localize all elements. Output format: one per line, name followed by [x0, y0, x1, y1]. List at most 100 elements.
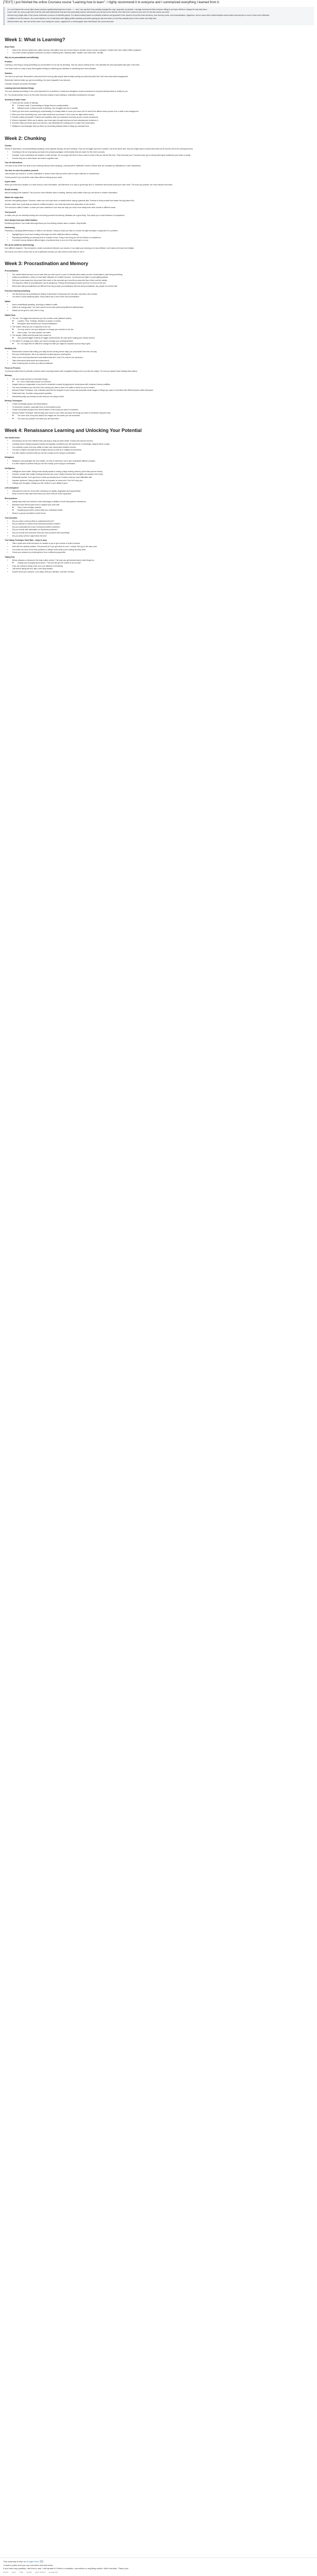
list-item-text: Your brain creates synapses whenever you… [12, 52, 104, 54]
sub-list: Focused mode: Concentrating on things th… [12, 105, 312, 110]
bullet-list: The medial habenula area of your brain t… [5, 274, 312, 288]
footer-action-crosspost[interactable]: crosspost [49, 2571, 58, 2573]
section-label: Chunks: [5, 144, 12, 147]
list-item-text: Deliberate practice: Don't get stuck in … [12, 476, 92, 478]
paragraph: To test yourself, try to recall the main… [5, 176, 63, 178]
paragraph: The concept is called Transfer: a chunk … [5, 206, 116, 209]
list-item: Researchers showed that writing your dai… [12, 351, 312, 353]
list-item: The reward: Habits exist because they re… [12, 334, 312, 340]
list-item: Deliberate practice: Don't get stuck in … [12, 476, 312, 479]
footer-line-1: This summary is also on Google Docs [3, 2560, 314, 2563]
list-item-text: However, people with smaller working mem… [12, 473, 104, 476]
footer-action-hide[interactable]: hide [19, 2571, 23, 2573]
list-item: Your brain can work on the hard problems… [12, 549, 312, 551]
list-item-text: Neuro-scientifically speaking, chunking … [12, 303, 58, 306]
bullet-list: Create meaningful groups and abbreviatio… [5, 403, 312, 420]
sub-list-item: Test in more multiple contexts. [17, 506, 312, 509]
footer-action-share[interactable]: share [3, 2571, 8, 2573]
sub-list: Test in more multiple contexts.Explainin… [12, 506, 312, 512]
paragraph: You should realize that it's perfectly n… [5, 370, 138, 372]
list-item: The more sensations you can link to the … [12, 387, 312, 389]
list-item: Take a quick look at the test when it's … [12, 542, 312, 545]
list-item: Memory Palace Technique: walk through yo… [12, 412, 312, 420]
paragraph: Practicing or studying different topics … [5, 230, 118, 232]
list-item-text: Metaphors and analogies help you learn b… [12, 125, 90, 127]
paragraph: and then start getting deeper. However, … [5, 199, 135, 202]
list-item-text: It is often helpful to pretend that you … [12, 452, 76, 454]
post-footer: This summary is also on Google Docs I ma… [0, 2557, 317, 2576]
section-label: Don't always trust your initial intuitio… [5, 219, 38, 221]
list-item: The first time you do something the feel… [12, 293, 312, 296]
list-item: Highlighting too much and creating mind … [12, 233, 312, 236]
list-item: It is better to jump between different t… [12, 239, 312, 242]
paragraph: You want to use all the four slots of yo… [5, 165, 142, 167]
section-label: Best practices: [5, 497, 18, 500]
footer-prefix: This summary is also on [3, 2560, 26, 2563]
list-item: Use your visual memory to remember thing… [12, 378, 312, 383]
sub-list: Ex: Link a memorable picture to a formul… [12, 381, 312, 383]
list-item: Exercising is by far more effective than… [12, 440, 312, 443]
list-item: Did you understand all of your homework … [12, 526, 312, 529]
list-item-text: Create meaningful groups and abbreviatio… [12, 403, 48, 406]
list-item: Stress releases a chemical in the brain … [12, 559, 312, 565]
list-item: Gate of the nervous system are called ne… [12, 49, 312, 52]
week-section: Week 2: Chunking Chunks: Pieces of informa… [5, 136, 312, 253]
sub-list-item: You only need to use your willpower to c… [17, 328, 312, 331]
section-label: Turn off distractions. [5, 162, 23, 164]
list-item-text: If you are stressed during a test, turn … [12, 565, 63, 567]
paragraph: When you think that a chapter or a book … [5, 184, 173, 186]
paragraph: Ex: You should practice how to do the ma… [5, 93, 95, 96]
footer-action-save[interactable]: save [12, 2571, 16, 2573]
list-item: There are two modes of thinking:Focused … [12, 102, 312, 110]
section-label: Memory Techniques: [5, 400, 23, 402]
list-item-text: Did you consult your instructor when you… [12, 532, 70, 534]
footer-action-report[interactable]: report [26, 2571, 32, 2573]
footer-action-give-award[interactable]: give award [35, 2571, 45, 2573]
list-item: Practice makes permanent. Practice and r… [12, 116, 312, 119]
list-item-text: Habits can be good or bad, brief or long… [12, 309, 44, 312]
section-label: Learning hard and abstract things: [5, 87, 34, 90]
list-item-text: When you don't learn something by concen… [12, 110, 139, 112]
list-item-text: Flashcards help. Consider using spaced r… [12, 392, 53, 394]
paragraph: Not only do you need to know how to use … [5, 250, 85, 253]
list-item-text: Did you make a serious effort to underst… [12, 520, 54, 522]
week-section: Week 4: Renaissance Learning and Unlocki… [5, 428, 312, 573]
list-item-text: Interprets the world for us but with a t… [12, 490, 81, 492]
paragraph: The trick is to just start. Researchers … [5, 75, 128, 78]
google-docs-link[interactable]: Google Docs [26, 2560, 39, 2563]
bullet-list: Chunking is the act of grouping concepts… [5, 151, 312, 159]
section-label: Habits: [5, 300, 11, 303]
list-item: The cue: The trigger that launches you i… [12, 317, 312, 325]
list-item: The belief: To change your habits, you n… [12, 340, 312, 345]
list-item-text: The routine: What you do in response to … [12, 326, 51, 328]
sub-list-item: Give yourself bigger rewards for bigger … [17, 337, 312, 340]
sub-list: Change your thoughts about stress: "This… [12, 562, 312, 565]
week-section: Week 3: Procrastination and Memory Procra… [5, 261, 312, 420]
list-item: Study in a group if possible to catch er… [12, 512, 312, 515]
section-label: Recall mentally [5, 189, 18, 191]
list-item-text: Keep in mind to step back and review you… [12, 493, 72, 495]
list-item: Remember that procrastinators are differ… [12, 285, 312, 288]
week-title: Week 2: Chunking [5, 135, 46, 141]
section-label: Master the major idea [5, 196, 23, 199]
paragraph: Your brain looks for a way to stop that … [5, 68, 97, 70]
list-item-text: Did you understand all of your homework … [12, 525, 61, 528]
list-item-text: Metaphors and analogies are very helpful… [12, 459, 96, 462]
list-item-text: Practice makes permanent. Practice and r… [12, 116, 99, 119]
section-label: Test yourself [5, 211, 16, 213]
list-item-text: Handwriting helps you deeply encode what… [12, 395, 65, 398]
doc-thumbnail-icon [40, 2560, 44, 2563]
section-label: You have to solve the problem yourself. [5, 169, 39, 172]
list-item: Unlike procrastination, which is a bad h… [12, 276, 312, 279]
section-label: Test Checklist: [5, 516, 17, 519]
section-label: Focus on Process: [5, 366, 21, 369]
section-label: Taking Test: [5, 556, 15, 558]
bullet-list: The first time you do something the feel… [5, 293, 312, 298]
list-item-text: Always step back and recheck to take adv… [12, 501, 87, 503]
list-item: It is often helpful to pretend that you … [12, 463, 312, 465]
list-item-text: When you learn something new, your brain… [12, 113, 95, 116]
list-item: Start with the hardest problem. Pull you… [12, 546, 312, 548]
bullet-list: Use your visual memory to remember thing… [5, 378, 312, 398]
quote-line: Without further ado, here are all the no… [7, 20, 114, 23]
paragraph: Einstellung problem: Your initial idea m… [5, 222, 87, 224]
